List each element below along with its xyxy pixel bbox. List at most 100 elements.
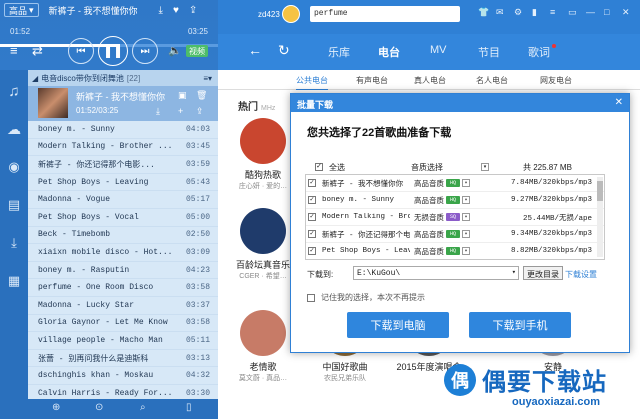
download-settings-link[interactable]: 下载设置 (565, 269, 597, 280)
menu-icon[interactable]: ≡▾ (203, 74, 212, 83)
gear-icon[interactable]: ⚙ (514, 7, 522, 18)
apps-icon[interactable]: ▦ (0, 266, 28, 296)
mv-icon[interactable]: ▣ (178, 90, 187, 101)
station-card[interactable]: 老情歌 莫文蔚 · 真品… (228, 310, 298, 383)
menu-icon[interactable]: ≡ (550, 7, 555, 17)
loop-icon[interactable]: ⇄ (32, 43, 43, 59)
row-checkbox[interactable]: ✓ (308, 196, 316, 204)
list-item[interactable]: Beck - Timebomb 02:50 (28, 227, 218, 245)
scrollbar-thumb[interactable] (597, 181, 603, 201)
playlist-header[interactable]: ◢ 电音disco带你到闭舞池 [22] ≡▾ (28, 70, 218, 86)
document-icon[interactable]: ▤ (0, 190, 28, 220)
refresh-icon[interactable]: ↻ (278, 42, 290, 59)
volume-icon[interactable]: 🔈 (168, 44, 182, 57)
list-item[interactable]: 张蔷 - 别再问我什么是迪斯科 03:13 (28, 350, 218, 368)
table-row[interactable]: ✓ 新裤子 - 我不想懂你你 高品音质 HQ ▾ 7.84MB/320kbps/mp3 (306, 175, 604, 192)
list-item[interactable]: Pet Shop Boys - Leaving 05:43 (28, 174, 218, 192)
scrollbar[interactable] (597, 177, 603, 257)
download-path-input[interactable]: E:\KuGou\ ▾ (353, 266, 519, 280)
tab-radio[interactable]: 电台 (378, 44, 400, 60)
username[interactable]: zd423 (258, 10, 280, 19)
list-item[interactable]: Madonna - Vogue 05:17 (28, 191, 218, 209)
download-icon[interactable]: ⤓ (0, 228, 28, 258)
mobile-icon[interactable]: ▮ (532, 7, 537, 18)
row-checkbox[interactable]: ✓ (308, 179, 316, 187)
locate-icon[interactable]: ⊙ (95, 402, 103, 413)
subtab-public[interactable]: 公共电台 (296, 75, 328, 91)
download-to-pc-button[interactable]: 下载到电脑 (347, 312, 449, 338)
mini-mode-icon[interactable]: ▭ (568, 7, 577, 18)
select-all-checkbox[interactable]: ✓ (315, 163, 323, 171)
list-item[interactable]: perfume - One Room Disco 03:58 (28, 279, 218, 297)
subtab-celebrity[interactable]: 名人电台 (476, 75, 508, 86)
share-icon[interactable]: ⇪ (196, 106, 204, 117)
row-checkbox[interactable]: ✓ (308, 213, 316, 221)
mail-icon[interactable]: ✉ (496, 7, 504, 18)
station-card[interactable]: 酷狗热歌 庄心妍 · 爱的… (228, 118, 298, 191)
back-arrow-icon[interactable]: ← (248, 42, 262, 58)
quality-dropdown[interactable]: ▾ (481, 163, 489, 171)
table-row[interactable]: ✓ Modern Talking - Brothe 无损音质SQ▾ 25.44MB/无… (306, 209, 604, 226)
list-item[interactable]: village people - Macho Man 05:11 (28, 332, 218, 350)
tab-mv[interactable]: MV (430, 44, 447, 56)
next-button[interactable]: ⏭ (132, 38, 158, 64)
tab-lyrics[interactable]: 歌词 (528, 44, 550, 60)
add-circle-icon[interactable]: ⊕ (52, 402, 60, 413)
current-track[interactable]: 新裤子 - 我不想懂你你 01:52/03:25 ▣ 🗑 ⤓ + ⇪ (28, 86, 218, 121)
list-item[interactable]: boney m. - Sunny 04:03 (28, 121, 218, 139)
quality-selector[interactable]: 高品 ▾ (4, 3, 39, 17)
play-mode-icon[interactable]: ≡ (10, 43, 18, 58)
list-item[interactable]: Modern Talking - Brother ... 03:45 (28, 139, 218, 157)
subtab-live[interactable]: 真人电台 (414, 75, 446, 86)
search-icon[interactable]: ⌕ (140, 402, 146, 413)
list-item[interactable]: dschinghis khan - Moskau 04:32 (28, 367, 218, 385)
add-icon[interactable]: + (178, 106, 183, 116)
quality-dropdown[interactable]: ▾ (462, 230, 470, 238)
tab-shows[interactable]: 节目 (478, 44, 500, 60)
radio-icon[interactable]: ◉ (0, 152, 28, 182)
chevron-down-icon[interactable]: ▾ (512, 268, 516, 277)
download-icon[interactable]: ⤓ (156, 106, 160, 117)
previous-button[interactable]: ⏮ (68, 38, 94, 64)
minimize-icon[interactable]: — (586, 7, 595, 17)
quality-dropdown[interactable]: ▾ (462, 213, 470, 221)
download-icon[interactable]: ⤓ (159, 5, 163, 16)
table-row[interactable]: ✓ boney m. - Sunny 高品音质 HQ ▾ 9.27MB/320kbps/m… (306, 192, 604, 209)
close-icon[interactable]: ✕ (622, 7, 630, 18)
quality-dropdown[interactable]: ▾ (462, 179, 470, 187)
row-checkbox[interactable]: ✓ (308, 230, 316, 238)
quality-dropdown[interactable]: ▾ (462, 196, 470, 204)
quality-dropdown[interactable]: ▾ (462, 247, 470, 255)
list-item[interactable]: Pet Shop Boys - Vocal 05:00 (28, 209, 218, 227)
tab-library[interactable]: 乐库 (328, 44, 350, 60)
heart-icon[interactable]: ♥ (173, 5, 179, 16)
maximize-icon[interactable]: □ (604, 7, 609, 17)
hq-badge[interactable]: 视频 (186, 45, 208, 57)
station-card[interactable]: 百龄坛真音乐 CGER · 希望… (228, 208, 298, 281)
pause-button[interactable]: ❚❚ (98, 36, 128, 66)
list-item[interactable]: Gloria Gaynor - Let Me Know 03:58 (28, 315, 218, 333)
subtab-users[interactable]: 网友电台 (540, 75, 572, 86)
table-row[interactable]: ✓ Pet Shop Boys - Leaving 高品音质HQ▾ 8.82MB/32… (306, 243, 604, 259)
list-item[interactable]: 新裤子 - 你还记得那个电影... 03:59 (28, 156, 218, 174)
search-input[interactable]: perfume (310, 6, 460, 22)
music-note-icon[interactable]: ♫ (0, 76, 28, 106)
remember-checkbox[interactable] (307, 293, 315, 302)
download-to-phone-button[interactable]: 下载到手机 (469, 312, 571, 338)
phone-icon[interactable]: ▯ (186, 402, 192, 413)
table-row[interactable]: ✓ 新裤子 - 你还记得那个电影 高品音质 HQ ▾ 9.34MB/320kbps/mp3 (306, 226, 604, 243)
list-item[interactable]: xiaixn mobile disco - Hot... 03:09 (28, 244, 218, 262)
avatar[interactable] (282, 5, 300, 23)
close-icon[interactable]: ✕ (615, 97, 623, 108)
subtab-audio[interactable]: 有声电台 (356, 75, 388, 86)
change-dir-button[interactable]: 更改目录 (523, 266, 563, 280)
cloud-icon[interactable]: ☁ (0, 114, 28, 144)
share-icon[interactable]: ⇪ (189, 5, 197, 16)
collapse-arrow-icon[interactable]: ◢ (32, 74, 38, 83)
delete-icon[interactable]: 🗑 (196, 90, 207, 101)
list-item[interactable]: boney m. - Rasputin 04:23 (28, 262, 218, 280)
row-checkbox[interactable]: ✓ (308, 247, 316, 255)
shirt-icon[interactable]: 👕 (478, 7, 489, 18)
list-item[interactable]: Calvin Harris - Ready For... 03:30 (28, 385, 218, 399)
remember-choice[interactable]: 记住我的选择，本次不再提示 (307, 292, 425, 303)
